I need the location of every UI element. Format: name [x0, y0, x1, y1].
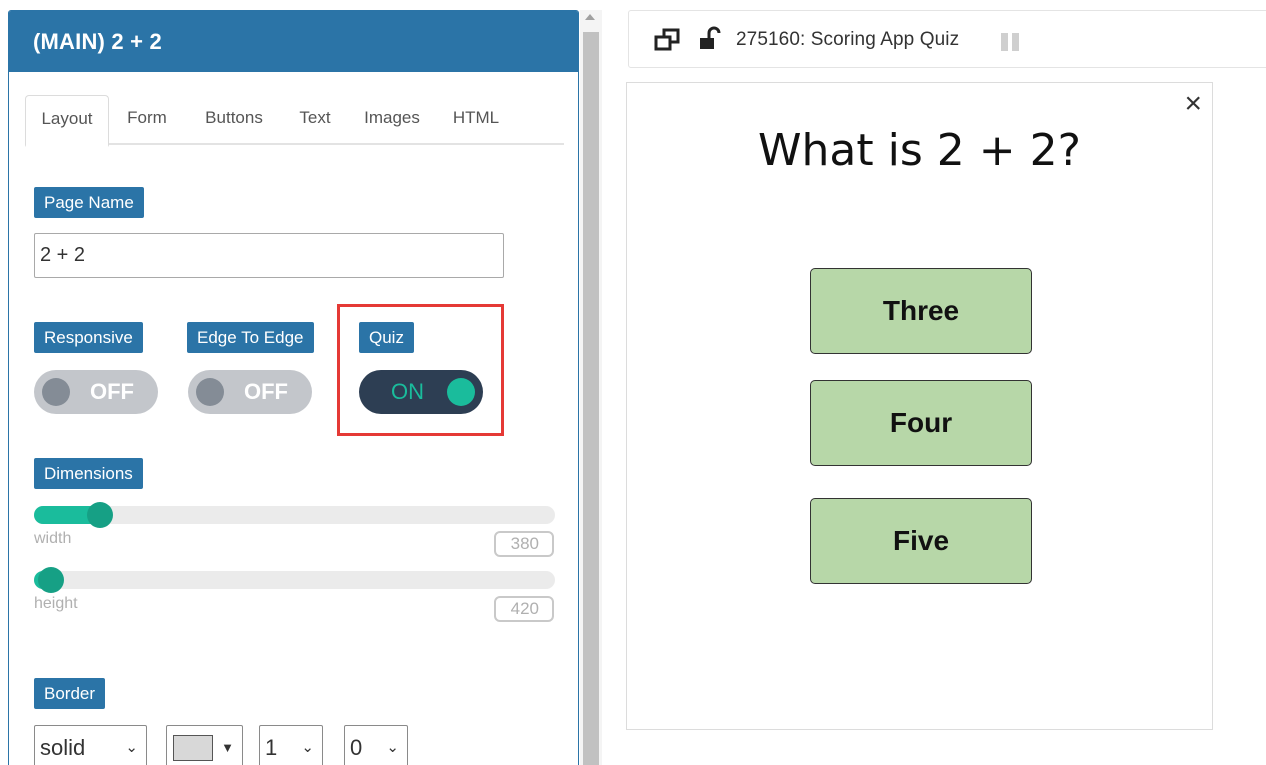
tab-layout[interactable]: Layout — [25, 95, 109, 147]
border-style-select[interactable]: solid ⌄ — [34, 725, 147, 765]
answer-button-three[interactable]: Three — [810, 268, 1032, 354]
toggle-knob — [42, 378, 70, 406]
quiz-preview: × What is 2 + 2? Three Four Five — [626, 82, 1213, 730]
slider-handle[interactable] — [87, 502, 113, 528]
select-value: 0 — [350, 735, 363, 760]
panel-title: (MAIN) 2 + 2 — [9, 11, 578, 72]
tab-text[interactable]: Text — [295, 95, 335, 145]
pause-icon[interactable] — [1001, 33, 1021, 51]
border-radius-select[interactable]: 0 ⌄ — [344, 725, 408, 765]
answer-button-five[interactable]: Five — [810, 498, 1032, 584]
edge-to-edge-label: Edge To Edge — [187, 322, 314, 353]
chevron-down-icon: ⌄ — [125, 739, 138, 756]
height-value[interactable]: 420 — [494, 596, 554, 622]
page-settings-panel: (MAIN) 2 + 2 Layout Form Buttons Text Im… — [8, 10, 579, 765]
answer-button-four[interactable]: Four — [810, 380, 1032, 466]
edge-to-edge-toggle[interactable]: OFF — [188, 370, 312, 414]
border-label: Border — [34, 678, 106, 709]
chevron-down-icon: ⌄ — [301, 739, 314, 756]
height-slider[interactable] — [34, 567, 555, 593]
tab-images[interactable]: Images — [360, 95, 424, 145]
width-slider[interactable] — [34, 502, 555, 528]
select-value: 1 — [265, 735, 278, 760]
tab-html[interactable]: HTML — [448, 95, 504, 145]
responsive-toggle[interactable]: OFF — [34, 370, 158, 414]
panel-scrollbar[interactable] — [580, 10, 602, 765]
unlock-icon[interactable] — [697, 11, 721, 69]
toggle-state: OFF — [244, 379, 288, 404]
close-icon[interactable]: × — [1184, 89, 1202, 119]
project-title: 275160: Scoring App Quiz — [736, 29, 960, 50]
width-caption: width — [34, 530, 72, 547]
question-heading: What is 2 + 2? — [758, 125, 1081, 176]
scroll-thumb[interactable] — [583, 32, 599, 765]
window-restore-icon[interactable] — [653, 11, 683, 69]
quiz-highlight-box — [337, 304, 504, 436]
page-name-label: Page Name — [34, 187, 144, 218]
slider-handle[interactable] — [38, 567, 64, 593]
color-swatch — [173, 735, 213, 761]
height-caption: height — [34, 595, 78, 612]
toggle-state: OFF — [90, 379, 134, 404]
toggle-knob — [196, 378, 224, 406]
responsive-label: Responsive — [34, 322, 143, 353]
page-name-input[interactable] — [34, 233, 504, 278]
chevron-down-icon: ⌄ — [386, 739, 399, 756]
select-value: solid — [40, 735, 86, 760]
settings-tabs: Layout Form Buttons Text Images HTML — [25, 95, 564, 147]
tab-buttons[interactable]: Buttons — [195, 95, 273, 145]
border-color-picker[interactable]: ▼ — [166, 725, 243, 765]
dimensions-label: Dimensions — [34, 458, 143, 489]
border-width-select[interactable]: 1 ⌄ — [259, 725, 323, 765]
tab-form[interactable]: Form — [123, 95, 171, 145]
width-value[interactable]: 380 — [494, 531, 554, 557]
scroll-up-arrow-icon[interactable] — [585, 14, 595, 20]
preview-toolbar: 275160: Scoring App Quiz — [628, 10, 1266, 68]
caret-down-icon: ▼ — [221, 740, 234, 755]
